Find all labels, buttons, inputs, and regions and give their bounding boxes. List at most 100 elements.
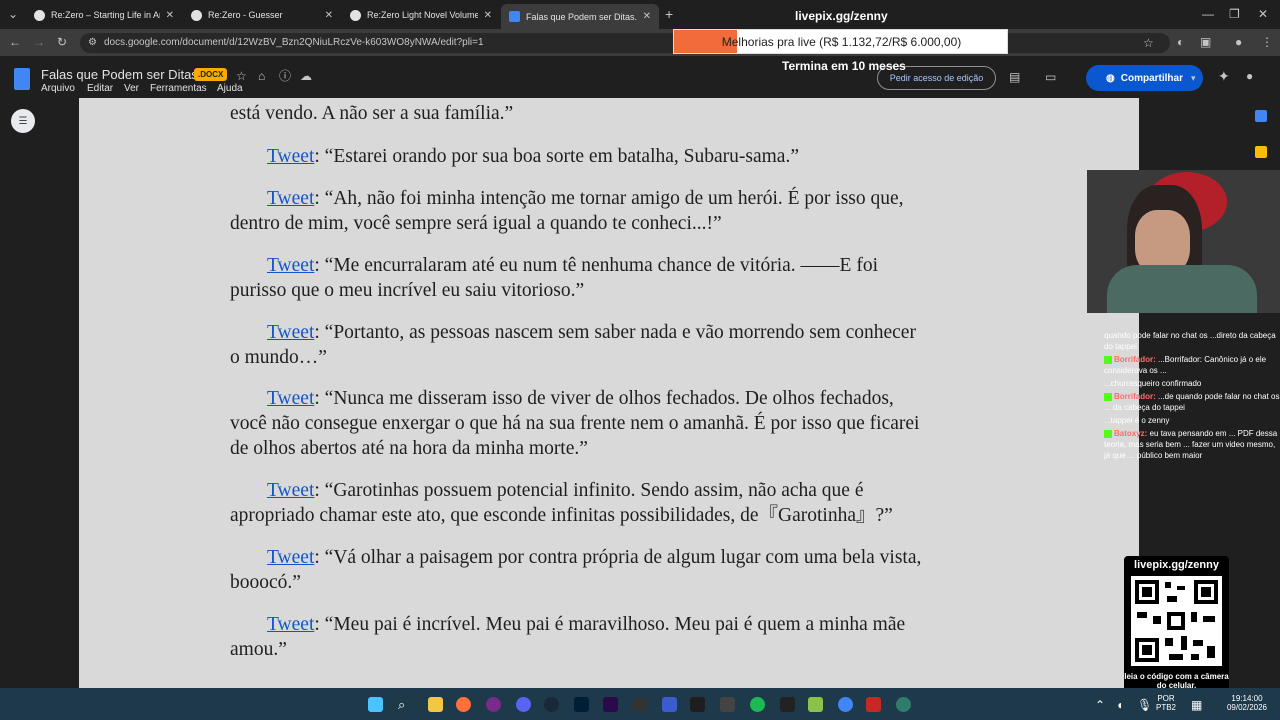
paragraph-line: Tweet: “Meu pai é incrível. Meu pai é ma… (230, 612, 990, 637)
chat-message: ...tappei é o zenny (1104, 415, 1280, 426)
paragraph-line: Tweet: “Portanto, as pessoas nascem sem … (230, 320, 990, 345)
qr-title: livepix.gg/zenny (1134, 559, 1219, 571)
comments-icon[interactable]: ▤ (1009, 70, 1020, 84)
menu-ver[interactable]: Ver (124, 83, 139, 94)
profile-avatar-icon[interactable]: ● (1235, 35, 1242, 49)
line-text: : “Estarei orando por sua boa sorte em b… (314, 146, 799, 167)
speaker-link[interactable]: Tweet (267, 146, 314, 167)
browser-menu-icon[interactable]: ⋮ (1261, 35, 1273, 49)
chat-message: ...churrasqueiro confirmado (1104, 378, 1280, 389)
new-tab-icon[interactable]: + (665, 7, 673, 21)
tab-search-icon[interactable]: ⌄ (8, 7, 18, 21)
speaker-link[interactable]: Tweet (267, 547, 314, 568)
share-button[interactable]: ◍ Compartilhar (1086, 65, 1203, 91)
share-label: Compartilhar (1120, 72, 1183, 84)
paragraph-line: Tweet: “Garotinhas possuem potencial inf… (230, 478, 990, 503)
share-dropdown-icon[interactable]: ▾ (1191, 71, 1196, 85)
speaker-link[interactable]: Tweet (267, 480, 314, 501)
site-info-icon[interactable]: ⚙ (88, 36, 97, 50)
chat-username: Batoxyz: (1114, 429, 1148, 438)
network-icon[interactable]: ▦ (1191, 698, 1202, 712)
app-icon[interactable] (486, 697, 501, 712)
steam-icon[interactable] (544, 697, 559, 712)
speaker-link[interactable]: Tweet (267, 188, 314, 209)
move-folder-icon[interactable]: ⌂ (258, 69, 265, 83)
speaker-link[interactable]: Tweet (267, 614, 314, 635)
dialogue-paragraph: Tweet: “Vá olhar a paisagem por contra p… (230, 545, 990, 595)
cloud-status-icon: ☁ (300, 69, 312, 83)
close-icon[interactable]: ✕ (643, 11, 651, 22)
tab-rezero-guesser[interactable]: Re:Zero - Guesser ✕ (183, 4, 341, 26)
globe-icon (34, 9, 45, 21)
app-icon[interactable] (690, 697, 705, 712)
forward-icon[interactable]: → (33, 35, 45, 49)
extensions-puzzle-icon[interactable]: ▣ (1200, 35, 1211, 49)
keep-icon[interactable] (1255, 146, 1267, 158)
document-title[interactable]: Falas que Podem ser Ditas (41, 67, 198, 82)
microphone-icon[interactable]: 🎙 (1137, 698, 1152, 712)
menu-ferramentas[interactable]: Ferramentas (150, 83, 207, 94)
terminal-icon[interactable] (780, 697, 795, 712)
docs-icon (509, 11, 520, 22)
discord-icon[interactable] (516, 697, 531, 712)
chrome-icon[interactable] (838, 697, 853, 712)
app-icon[interactable] (866, 697, 881, 712)
tab-rezero-ln[interactable]: Re:Zero Light Novel Volume 39 ✕ (342, 4, 500, 26)
app-icon[interactable] (808, 697, 823, 712)
spotify-icon[interactable] (750, 697, 765, 712)
tab-rezero-wiki[interactable]: Re:Zero – Starting Life in Anoth ✕ (26, 4, 182, 26)
maximize-icon[interactable]: ❐ (1229, 7, 1240, 21)
outline-icon[interactable]: ☰ (11, 109, 35, 133)
clock-date: 09/02/2026 (1226, 703, 1268, 712)
tab-falas-doc[interactable]: Falas que Podem ser Ditas.docx ✕ (501, 4, 659, 29)
reload-icon[interactable]: ↻ (57, 35, 67, 49)
speaker-link[interactable]: Tweet (267, 255, 314, 276)
docs-logo-icon[interactable] (14, 68, 30, 90)
paragraph-line: Tweet: “Vá olhar a paisagem por contra p… (230, 545, 990, 570)
dialogue-paragraph: Tweet: “Estarei orando por sua boa sorte… (230, 144, 990, 169)
globe-icon: ◍ (1106, 72, 1115, 84)
dialogue-paragraph: Tweet: “Me encurralaram até eu num tê ne… (230, 253, 990, 303)
menu-ajuda[interactable]: Ajuda (217, 83, 243, 94)
account-avatar-icon[interactable]: ● (1246, 69, 1253, 83)
speaker-link[interactable]: Tweet (267, 388, 314, 409)
line-text: apropriado chamar este ato, que esconde … (230, 505, 893, 526)
goal-text: Melhorias pra live (R$ 1.132,72/R$ 6.000… (721, 35, 962, 49)
firefox-icon[interactable] (456, 697, 471, 712)
info-icon[interactable]: ⓘ (279, 69, 291, 83)
bookmark-star-icon[interactable]: ☆ (1143, 36, 1154, 50)
gemini-icon[interactable]: ✦ (1218, 69, 1230, 83)
menu-editar[interactable]: Editar (87, 83, 113, 94)
app-icon[interactable] (896, 697, 911, 712)
search-icon[interactable]: ⌕ (398, 697, 413, 712)
close-icon[interactable]: ✕ (484, 10, 492, 21)
clock[interactable]: 19:14:00 09/02/2026 (1222, 694, 1272, 712)
photoshop-icon[interactable] (574, 697, 589, 712)
close-icon[interactable]: ✕ (166, 10, 174, 21)
menu-arquivo[interactable]: Arquivo (41, 83, 75, 94)
line-text: : “Meu pai é incrível. Meu pai é maravil… (314, 614, 906, 635)
minimize-icon[interactable]: — (1202, 7, 1214, 21)
line-text: você não consegue enxergar o que há na s… (230, 413, 920, 434)
language-indicator[interactable]: POR PTB2 (1156, 694, 1176, 712)
premiere-icon[interactable] (603, 697, 618, 712)
speaker-link[interactable]: Tweet (267, 322, 314, 343)
line-text: amou.” (230, 639, 287, 660)
app-icon[interactable] (720, 697, 735, 712)
file-explorer-icon[interactable] (428, 697, 443, 712)
star-icon[interactable]: ☆ (236, 69, 247, 83)
back-icon[interactable]: ← (9, 35, 21, 49)
tray-overflow-icon[interactable]: ⌃ (1095, 698, 1105, 712)
volume-icon[interactable]: ◖ (1116, 698, 1123, 712)
dialogue-paragraph: Tweet: “Meu pai é incrível. Meu pai é ma… (230, 612, 990, 662)
start-icon[interactable] (368, 697, 383, 712)
close-window-icon[interactable]: ✕ (1258, 7, 1268, 21)
obs-icon[interactable] (632, 697, 647, 712)
paragraph-line: apropriado chamar este ato, que esconde … (230, 503, 990, 528)
meet-icon[interactable]: ▭ (1045, 70, 1056, 84)
app-icon[interactable] (662, 697, 677, 712)
close-icon[interactable]: ✕ (325, 10, 333, 21)
extension-icon[interactable]: ◐ (1177, 35, 1184, 49)
calendar-icon[interactable] (1255, 110, 1267, 122)
document-page[interactable]: está vendo. A não ser a sua família.” Tw… (79, 98, 1139, 688)
